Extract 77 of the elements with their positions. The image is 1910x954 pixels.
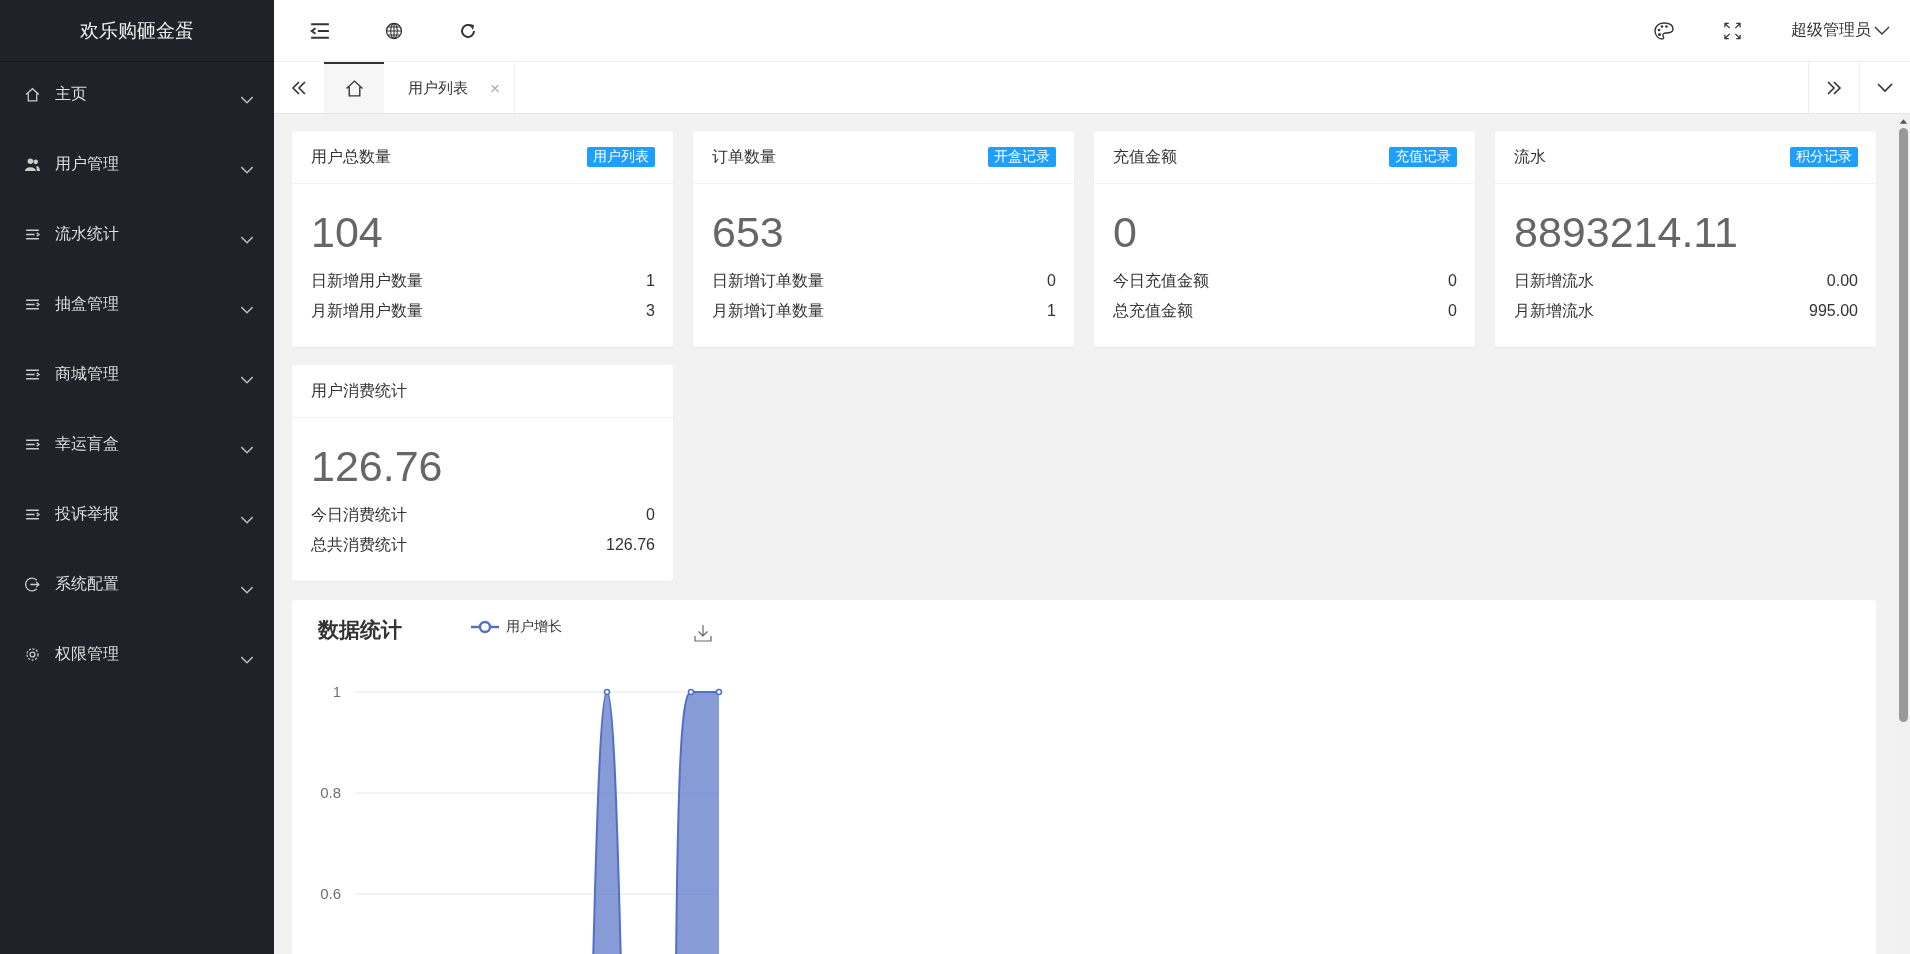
chevron-icon xyxy=(240,445,254,455)
double-chevron-right-icon[interactable] xyxy=(1826,80,1842,95)
logo-text: 欢乐购砸金蛋 xyxy=(0,0,274,62)
stat-label: 日新增订单数量 xyxy=(712,271,824,291)
legend-icon xyxy=(470,620,500,634)
chart-title: 数据统计 xyxy=(318,617,402,643)
globe-icon[interactable] xyxy=(384,21,404,40)
stat-value: 104 xyxy=(311,207,384,258)
stat-number: 0 xyxy=(1448,301,1457,321)
stat-number: 0.00 xyxy=(1826,271,1858,291)
chevron-icon[interactable] xyxy=(1874,25,1890,36)
data-point xyxy=(715,688,723,696)
stat-label: 总充值金额 xyxy=(1113,301,1193,321)
card-title: 流水 xyxy=(1514,146,1546,167)
stat-label: 月新增订单数量 xyxy=(712,301,824,321)
stat-number: 995.00 xyxy=(1809,301,1858,321)
stat-number: 0 xyxy=(646,505,655,525)
chevron-icon xyxy=(240,585,254,595)
sidebar-item[interactable]: 主页 xyxy=(0,59,274,129)
axis-tick-label: 0.6 xyxy=(320,885,341,902)
home-icon[interactable] xyxy=(344,79,364,98)
stat-label: 月新增流水 xyxy=(1514,301,1594,321)
card-title: 充值金额 xyxy=(1113,146,1177,167)
palette-icon[interactable] xyxy=(1654,21,1674,40)
stat-number: 126.76 xyxy=(606,535,655,555)
axis-tick-label: 0.8 xyxy=(320,784,341,801)
chevron-icon xyxy=(240,305,254,315)
stat-label: 日新增流水 xyxy=(1514,271,1594,291)
sidebar-item[interactable]: 商城管理 xyxy=(0,339,274,409)
stat-number: 0 xyxy=(1448,271,1457,291)
data-point xyxy=(687,688,695,696)
axis-tick-label: 1 xyxy=(332,683,341,700)
home-tab[interactable] xyxy=(324,62,384,113)
legend-label: 用户增长 xyxy=(506,618,562,636)
stat-label: 今日充值金额 xyxy=(1113,271,1209,291)
card-title: 订单数量 xyxy=(712,146,776,167)
chevron-icon xyxy=(240,375,254,385)
card-title: 用户消费统计 xyxy=(311,380,407,401)
stat-label: 日新增用户数量 xyxy=(311,271,423,291)
sidebar-item[interactable]: 投诉举报 xyxy=(0,479,274,549)
double-chevron-left-icon[interactable] xyxy=(291,80,307,95)
stat-value: 8893214.11 xyxy=(1514,207,1739,258)
sidebar-item[interactable]: 抽盒管理 xyxy=(0,269,274,339)
user-menu[interactable]: 超级管理员 xyxy=(1791,20,1890,41)
stat-value: 0 xyxy=(1113,207,1138,258)
fullscreen-icon[interactable] xyxy=(1724,21,1741,40)
sidebar-item[interactable]: 流水统计 xyxy=(0,199,274,269)
card-title: 用户总数量 xyxy=(311,146,391,167)
scroll-up-arrow-icon[interactable] xyxy=(1898,118,1908,124)
stat-number: 3 xyxy=(646,301,655,321)
settings-icon xyxy=(24,645,41,663)
menu-icon[interactable] xyxy=(310,21,330,40)
chevron-icon xyxy=(240,515,254,525)
sidebar-item[interactable]: 系统配置 xyxy=(0,549,274,619)
data-point xyxy=(603,688,611,696)
sidebar-item[interactable]: 用户管理 xyxy=(0,129,274,199)
stat-label: 总共消费统计 xyxy=(311,535,407,555)
scrollbar-thumb[interactable] xyxy=(1898,128,1908,722)
stat-label: 今日消费统计 xyxy=(311,505,407,525)
home-icon xyxy=(24,85,41,103)
stat-value: 653 xyxy=(712,207,785,258)
sidebar-item[interactable]: 权限管理 xyxy=(0,619,274,689)
refresh-icon[interactable] xyxy=(458,21,478,40)
page-tab[interactable]: 用户列表 × xyxy=(384,62,515,113)
stat-number: 1 xyxy=(1047,301,1056,321)
chevron-icon xyxy=(240,165,254,175)
stat-number: 1 xyxy=(646,271,655,291)
stat-label: 月新增用户数量 xyxy=(311,301,423,321)
stat-value: 126.76 xyxy=(311,441,444,492)
sidebar-item[interactable]: 幸运盲盒 xyxy=(0,409,274,479)
chevron-down-icon[interactable] xyxy=(1877,80,1893,95)
chevron-icon xyxy=(240,235,254,245)
download-icon[interactable] xyxy=(694,624,712,642)
stat-number: 0 xyxy=(1047,271,1056,291)
exit-icon xyxy=(24,575,41,593)
chevron-icon xyxy=(240,95,254,105)
chevron-icon xyxy=(240,655,254,665)
